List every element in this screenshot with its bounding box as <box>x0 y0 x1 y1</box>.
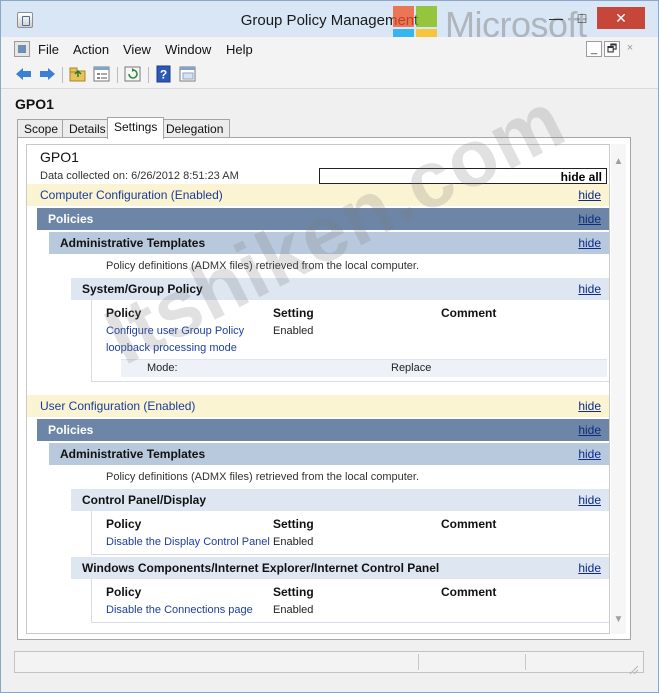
refresh-icon[interactable] <box>123 65 143 83</box>
policies-label: Policies <box>48 423 94 437</box>
hide-link[interactable]: hide <box>578 423 601 437</box>
maximize-button[interactable]: □ <box>570 7 594 29</box>
hide-link[interactable]: hide <box>578 188 601 202</box>
computer-configuration-label: Computer Configuration (Enabled) <box>40 188 223 202</box>
report-scrollbar[interactable]: ▲ ▼ <box>611 144 626 634</box>
title-bar[interactable]: Group Policy Management Microsoft — □ ✕ <box>1 1 658 50</box>
admx-note: Policy definitions (ADMX files) retrieve… <box>106 260 420 272</box>
menu-window[interactable]: Window <box>165 42 211 57</box>
column-comment: Comment <box>441 585 497 599</box>
internet-control-panel-header[interactable]: Windows Components/Internet Explorer/Int… <box>71 557 609 579</box>
tab-details[interactable]: Details <box>62 119 113 138</box>
control-panel-display-header[interactable]: Control Panel/Display hide <box>71 489 609 511</box>
menu-file[interactable]: File <box>38 42 59 57</box>
tab-settings[interactable]: Settings <box>107 117 165 139</box>
status-divider <box>525 654 526 670</box>
help-icon[interactable]: ? <box>154 65 174 83</box>
gpm-window: Group Policy Management Microsoft — □ ✕ … <box>0 0 659 693</box>
user-admin-templates-header[interactable]: Administrative Templates hide <box>49 443 609 465</box>
toolbar-separator <box>148 67 149 83</box>
policy-setting-value: Enabled <box>273 604 314 616</box>
column-comment: Comment <box>441 306 497 320</box>
hide-link[interactable]: hide <box>578 236 601 250</box>
user-configuration-header[interactable]: User Configuration (Enabled) hide <box>27 395 609 417</box>
hide-all-bar: hide all <box>319 168 607 184</box>
column-policy: Policy <box>106 585 142 599</box>
policy-link-loopback-line2[interactable]: loopback processing mode <box>106 342 237 354</box>
policy-setting-value: Enabled <box>273 325 314 337</box>
menu-bar: File Action View Window Help <box>1 37 658 61</box>
minimize-button[interactable]: — <box>544 7 568 29</box>
hide-link[interactable]: hide <box>578 561 601 575</box>
computer-policies-header[interactable]: Policies hide <box>37 208 609 230</box>
svg-text:?: ? <box>160 68 167 82</box>
mdi-close-button[interactable]: × <box>622 41 638 57</box>
menu-view[interactable]: View <box>123 42 151 57</box>
computer-admin-templates-header[interactable]: Administrative Templates hide <box>49 232 609 254</box>
tab-delegation[interactable]: Delegation <box>159 119 231 138</box>
hide-all-link[interactable]: hide all <box>561 170 602 184</box>
user-policies-header[interactable]: Policies hide <box>37 419 609 441</box>
computer-configuration-header[interactable]: Computer Configuration (Enabled) hide <box>27 184 609 206</box>
column-setting: Setting <box>273 585 314 599</box>
mdi-restore-button[interactable]: 🗗 <box>604 41 620 57</box>
mdi-minimize-button[interactable]: _ <box>586 41 602 57</box>
hide-link[interactable]: hide <box>578 447 601 461</box>
status-divider <box>418 654 419 670</box>
section-label: System/Group Policy <box>82 282 203 296</box>
console-icon[interactable] <box>178 65 198 83</box>
admin-templates-label: Administrative Templates <box>60 236 206 250</box>
column-setting: Setting <box>273 306 314 320</box>
section-label: Windows Components/Internet Explorer/Int… <box>82 561 440 575</box>
tab-scope[interactable]: Scope <box>17 119 66 138</box>
policy-setting-value: Enabled <box>273 536 314 548</box>
mode-row: Mode: Replace <box>121 359 607 377</box>
section-label: Control Panel/Display <box>82 493 207 507</box>
scroll-up-icon[interactable]: ▲ <box>611 154 626 170</box>
status-bar <box>14 651 644 673</box>
menu-help[interactable]: Help <box>226 42 253 57</box>
settings-pane: GPO1 Data collected on: 6/26/2012 8:51:2… <box>17 137 631 640</box>
hide-link[interactable]: hide <box>578 493 601 507</box>
user-configuration-label: User Configuration (Enabled) <box>40 399 196 413</box>
policy-link-display-control-panel[interactable]: Disable the Display Control Panel <box>106 536 270 548</box>
column-comment: Comment <box>441 517 497 531</box>
user-policy-table-display: Policy Setting Comment Disable the Displ… <box>91 511 609 555</box>
console-menu-icon[interactable] <box>14 41 30 57</box>
policy-link-loopback[interactable]: Configure user Group Policy <box>106 325 244 337</box>
hide-link[interactable]: hide <box>578 399 601 413</box>
user-policy-table-ie: Policy Setting Comment Disable the Conne… <box>91 579 609 623</box>
mode-value: Replace <box>391 362 432 374</box>
admin-templates-label: Administrative Templates <box>60 447 206 461</box>
properties-icon[interactable] <box>92 65 112 83</box>
column-policy: Policy <box>106 517 142 531</box>
resize-grip-icon[interactable] <box>627 663 639 675</box>
close-button[interactable]: ✕ <box>597 7 645 29</box>
toolbar-separator <box>117 67 118 83</box>
column-policy: Policy <box>106 306 142 320</box>
policy-link-connections-page[interactable]: Disable the Connections page <box>106 604 253 616</box>
system-group-policy-header[interactable]: System/Group Policy hide <box>71 278 609 300</box>
forward-arrow-icon[interactable] <box>37 65 57 83</box>
toolbar-separator <box>62 67 63 83</box>
hide-link[interactable]: hide <box>578 282 601 296</box>
scroll-down-icon[interactable]: ▼ <box>611 612 626 628</box>
report-title: GPO1 <box>40 149 79 165</box>
toolbar: ? <box>1 61 658 89</box>
policies-label: Policies <box>48 212 94 226</box>
admx-note: Policy definitions (ADMX files) retrieve… <box>106 471 420 483</box>
gpo-name: GPO1 <box>15 96 54 112</box>
column-setting: Setting <box>273 517 314 531</box>
back-arrow-icon[interactable] <box>14 65 34 83</box>
settings-report[interactable]: GPO1 Data collected on: 6/26/2012 8:51:2… <box>26 144 610 634</box>
mode-label: Mode: <box>147 362 178 374</box>
folder-up-icon[interactable] <box>68 65 88 83</box>
menu-action[interactable]: Action <box>73 42 109 57</box>
data-collected-text: Data collected on: 6/26/2012 8:51:23 AM <box>40 170 239 182</box>
hide-link[interactable]: hide <box>578 212 601 226</box>
